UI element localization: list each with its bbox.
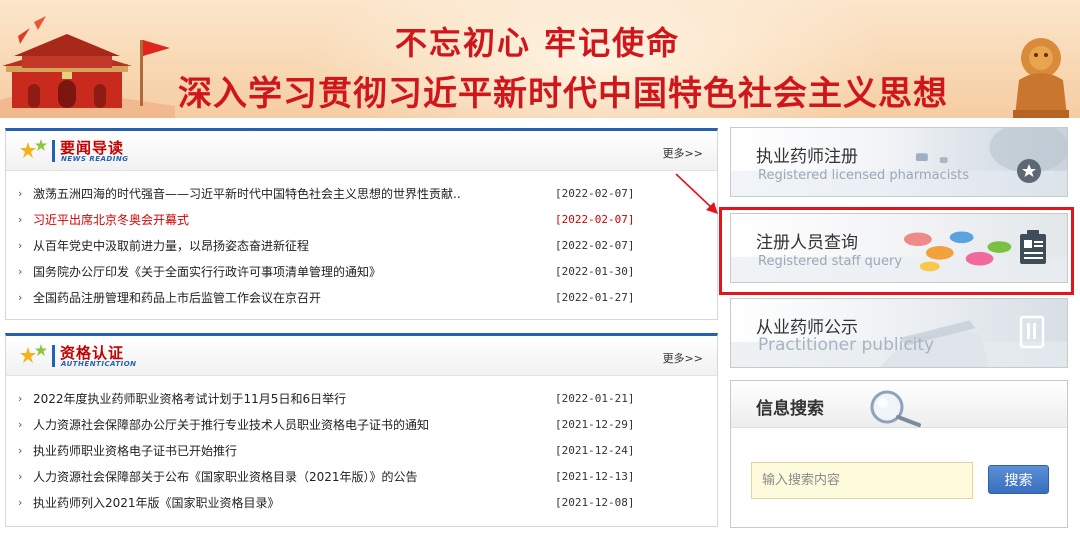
news-panel: 要闻导读 NEWS READING 更多>> › 激荡五洲四海的时代强音——习近… [5,128,718,320]
banner-slogan-1: 不忘初心 牢记使命 [395,24,681,62]
list-item: › 执业药师列入2021年版《国家职业资格目录》 [2021-12-08] [6,490,717,516]
news-heading-en: NEWS READING [61,155,129,163]
tiananmen-gate-icon [0,16,175,118]
cert-link[interactable]: 人力资源社会保障部关于公布《国家职业资格目录（2021年版）》的公告 [33,464,418,490]
search-input[interactable] [751,462,973,499]
search-panel-header: 信息搜索 [731,381,1067,428]
news-list: › 激荡五洲四海的时代强音——习近平新时代中国特色社会主义思想的世界性贡献.. … [6,171,717,311]
news-link[interactable]: 国务院办公厅印发《关于全面实行行政许可事项清单管理的通知》 [33,259,381,285]
cert-link[interactable]: 执业药师列入2021年版《国家职业资格目录》 [33,490,280,516]
document-icon [1019,315,1045,349]
news-link[interactable]: 从百年党史中汲取前进力量，以昂扬姿态奋进新征程 [33,233,309,259]
list-item: › 人力资源社会保障部办公厅关于推行专业技术人员职业资格电子证书的通知 [202… [6,412,717,438]
arrow-right-icon: › [18,496,23,509]
cert-link[interactable]: 执业药师职业资格电子证书已开始推行 [33,438,237,464]
arrow-right-icon: › [18,265,23,278]
cert-date: [2021-12-13] [555,470,635,483]
stars-icon [20,344,47,363]
arrow-right-icon: › [18,187,23,200]
pharmacist-register-card[interactable]: 执业药师注册 Registered licensed pharmacists [730,127,1068,197]
list-item: › 从百年党史中汲取前进力量，以昂扬姿态奋进新征程 [2022-02-07] [6,233,717,259]
list-item: › 习近平出席北京冬奥会开幕式 [2022-02-07] [6,207,717,233]
news-date: [2022-02-07] [555,213,635,226]
news-link[interactable]: 全国药品注册管理和药品上市后监管工作会议在京召开 [33,285,321,311]
list-item: › 激荡五洲四海的时代强音——习近平新时代中国特色社会主义思想的世界性贡献.. … [6,181,717,207]
stone-lion-icon [1013,38,1069,118]
news-date: [2022-02-07] [555,187,635,200]
search-panel: 信息搜索 搜索 [730,380,1068,528]
cert-heading-en: AUTHENTICATION [61,360,137,368]
arrow-right-icon: › [18,392,23,405]
news-more-link[interactable]: 更多>> [663,145,703,161]
cert-date: [2021-12-08] [555,496,635,509]
cert-panel: 资格认证 AUTHENTICATION 更多>> › 2022年度执业药师职业资… [5,333,718,527]
cert-link[interactable]: 人力资源社会保障部办公厅关于推行专业技术人员职业资格电子证书的通知 [33,412,429,438]
arrow-right-icon: › [18,239,23,252]
cert-list: › 2022年度执业药师职业资格考试计划于11月5日和6日举行 [2022-01… [6,376,717,516]
header-banner: 不忘初心 牢记使命 深入学习贯彻习近平新时代中国特色社会主义思想 [0,0,1080,118]
red-arrow-icon [675,173,718,214]
practitioner-publicity-card[interactable]: 从业药师公示 Practitioner publicity [730,298,1068,368]
cert-link[interactable]: 2022年度执业药师职业资格考试计划于11月5日和6日举行 [33,386,346,412]
cert-panel-header: 资格认证 AUTHENTICATION 更多>> [6,336,717,376]
cert-date: [2021-12-24] [555,444,635,457]
stars-icon [20,139,47,158]
list-item: › 国务院办公厅印发《关于全面实行行政许可事项清单管理的通知》 [2022-01… [6,259,717,285]
arrow-right-icon: › [18,418,23,431]
list-item: › 全国药品注册管理和药品上市后监管工作会议在京召开 [2022-01-27] [6,285,717,311]
card-subtitle: Registered licensed pharmacists [758,168,969,183]
list-item: › 人力资源社会保障部关于公布《国家职业资格目录（2021年版）》的公告 [20… [6,464,717,490]
list-item: › 2022年度执业药师职业资格考试计划于11月5日和6日举行 [2022-01… [6,386,717,412]
highlight-box [719,207,1074,295]
news-date: [2022-01-27] [555,291,635,304]
arrow-right-icon: › [18,470,23,483]
news-link[interactable]: 激荡五洲四海的时代强音——习近平新时代中国特色社会主义思想的世界性贡献.. [33,181,461,207]
card-subtitle: Practitioner publicity [758,335,935,355]
news-link[interactable]: 习近平出席北京冬奥会开幕式 [33,207,189,233]
banner-slogan-2: 深入学习贯彻习近平新时代中国特色社会主义思想 [178,74,948,114]
arrow-right-icon: › [18,444,23,457]
cert-date: [2021-12-29] [555,418,635,431]
search-heading: 信息搜索 [756,399,824,419]
list-item: › 执业药师职业资格电子证书已开始推行 [2021-12-24] [6,438,717,464]
arrow-right-icon: › [18,213,23,226]
news-panel-header: 要闻导读 NEWS READING 更多>> [6,131,717,171]
cert-date: [2022-01-21] [555,392,635,405]
search-button[interactable]: 搜索 [988,465,1049,494]
card-title: 执业药师注册 [756,147,858,167]
cert-more-link[interactable]: 更多>> [663,350,703,366]
badge-icon [1017,159,1041,183]
news-date: [2022-01-30] [555,265,635,278]
heading-accent-bar [52,345,55,367]
news-date: [2022-02-07] [555,239,635,252]
arrow-right-icon: › [18,291,23,304]
heading-accent-bar [52,140,55,162]
magnifier-icon [870,390,921,427]
